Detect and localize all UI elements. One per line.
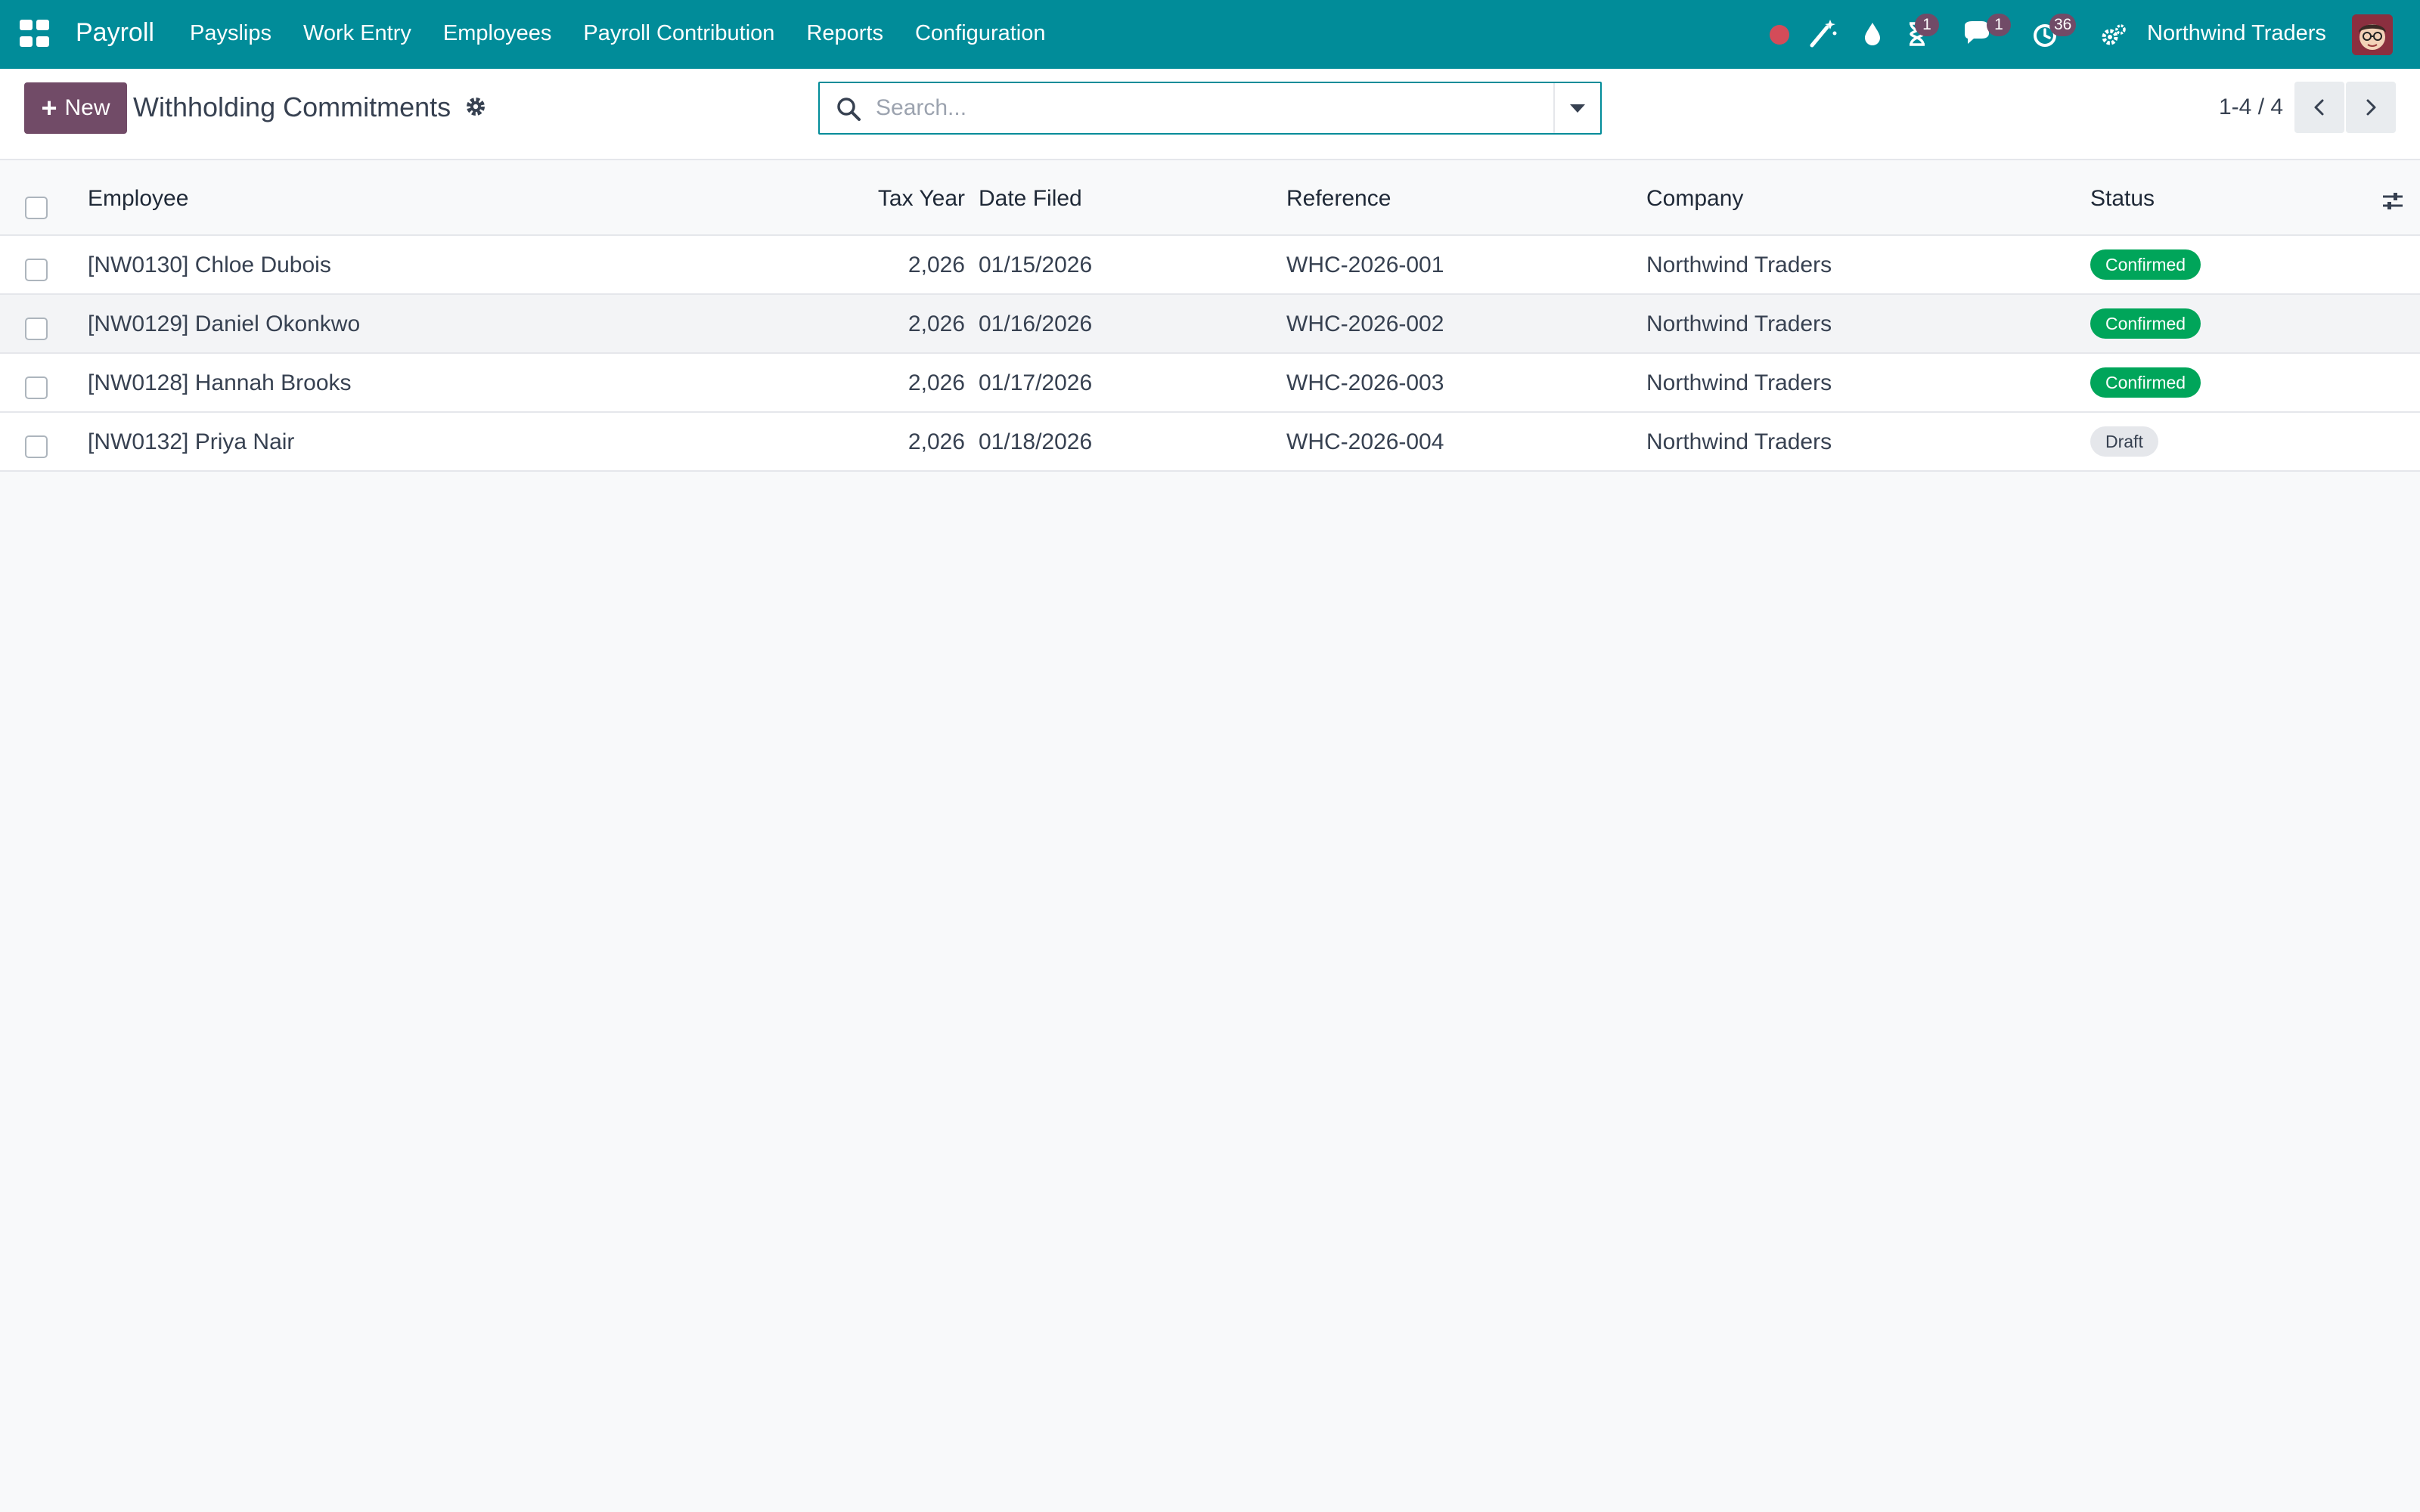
cell-date-filed: 01/15/2026	[979, 253, 1093, 277]
control-panel: + New Withholding Commitments 1-4 / 4	[0, 69, 2420, 160]
search-input[interactable]	[876, 91, 1571, 125]
column-header-reference[interactable]: Reference	[1286, 186, 1391, 212]
new-button-label: New	[64, 95, 110, 120]
menu-item-payslips[interactable]: Payslips	[190, 21, 271, 46]
cell-tax-year: 2,026	[908, 311, 965, 336]
table-row[interactable]: [NW0132] Priya Nair 2,026 01/18/2026 WHC…	[0, 413, 2420, 472]
menu-item-configuration[interactable]: Configuration	[915, 21, 1046, 46]
search-icon	[835, 95, 862, 122]
search-options-toggle[interactable]	[1553, 83, 1600, 133]
pager-value[interactable]: 1-4 / 4	[2219, 94, 2283, 120]
cell-reference: WHC-2026-003	[1286, 370, 1444, 395]
menu-item-employees[interactable]: Employees	[443, 21, 551, 46]
column-header-date-filed[interactable]: Date Filed	[979, 186, 1082, 212]
page-title: Withholding Commitments	[133, 91, 451, 122]
cell-reference: WHC-2026-004	[1286, 429, 1444, 454]
cell-employee: [NW0130] Chloe Dubois	[88, 253, 331, 277]
cell-date-filed: 01/18/2026	[979, 429, 1093, 454]
recording-indicator-icon[interactable]	[1770, 25, 1789, 45]
table-row[interactable]: [NW0130] Chloe Dubois 2,026 01/15/2026 W…	[0, 236, 2420, 295]
drop-icon[interactable]	[1857, 17, 1888, 51]
menu-item-reports[interactable]: Reports	[806, 21, 883, 46]
table-header: Employee Tax Year Date Filed Reference C…	[0, 160, 2420, 236]
row-checkbox[interactable]	[25, 259, 48, 281]
status-badge: Draft	[2090, 426, 2158, 457]
top-navbar: Payroll Payslips Work Entry Employees Pa…	[0, 0, 2420, 69]
cell-company: Northwind Traders	[1646, 253, 1832, 277]
chevron-right-icon	[2366, 99, 2376, 116]
new-button[interactable]: + New	[24, 82, 127, 134]
magic-wand-icon[interactable]	[1807, 17, 1838, 51]
cell-tax-year: 2,026	[908, 370, 965, 395]
cell-date-filed: 01/17/2026	[979, 370, 1093, 395]
menu-item-payroll-contribution[interactable]: Payroll Contribution	[583, 21, 774, 46]
table-row[interactable]: [NW0128] Hannah Brooks 2,026 01/17/2026 …	[0, 354, 2420, 413]
gear-icon[interactable]	[464, 95, 487, 118]
pager-next-button[interactable]	[2346, 82, 2396, 133]
cell-employee: [NW0132] Priya Nair	[88, 429, 295, 454]
cell-employee: [NW0129] Daniel Okonkwo	[88, 311, 361, 336]
status-badge: Confirmed	[2090, 308, 2201, 339]
column-header-employee[interactable]: Employee	[88, 186, 188, 212]
cell-reference: WHC-2026-002	[1286, 311, 1444, 336]
chevron-left-icon	[2314, 99, 2324, 116]
column-header-company[interactable]: Company	[1646, 186, 1743, 212]
messages-count-badge: 1	[1987, 14, 2011, 36]
clock-count-badge: 36	[2049, 14, 2077, 36]
plus-icon: +	[41, 92, 57, 123]
cell-reference: WHC-2026-001	[1286, 253, 1444, 277]
row-checkbox[interactable]	[25, 435, 48, 458]
user-avatar[interactable]	[2352, 14, 2393, 55]
apps-grid-icon[interactable]	[20, 18, 50, 48]
activity-count-badge: 1	[1915, 14, 1939, 36]
column-header-status[interactable]: Status	[2090, 186, 2155, 212]
row-checkbox[interactable]	[25, 318, 48, 340]
status-badge: Confirmed	[2090, 249, 2201, 280]
cell-tax-year: 2,026	[908, 253, 965, 277]
cell-company: Northwind Traders	[1646, 429, 1832, 454]
main-menu: Payslips Work Entry Employees Payroll Co…	[190, 21, 1077, 46]
status-badge: Confirmed	[2090, 367, 2201, 398]
caret-down-icon	[1570, 104, 1585, 113]
cell-company: Northwind Traders	[1646, 370, 1832, 395]
select-all-checkbox[interactable]	[25, 197, 48, 219]
cell-tax-year: 2,026	[908, 429, 965, 454]
row-checkbox[interactable]	[25, 376, 48, 399]
company-switcher[interactable]: Northwind Traders	[2147, 21, 2326, 46]
search-bar	[818, 82, 1602, 135]
settings-icon[interactable]	[2099, 17, 2130, 51]
pager-previous-button[interactable]	[2294, 82, 2344, 133]
cell-date-filed: 01/16/2026	[979, 311, 1093, 336]
table-row[interactable]: [NW0129] Daniel Okonkwo 2,026 01/16/2026…	[0, 295, 2420, 354]
app-brand[interactable]: Payroll	[76, 18, 154, 48]
column-settings-icon[interactable]	[2381, 189, 2405, 213]
cell-employee: [NW0128] Hannah Brooks	[88, 370, 352, 395]
column-header-tax-year[interactable]: Tax Year	[832, 186, 965, 212]
menu-item-work-entry[interactable]: Work Entry	[303, 21, 411, 46]
cell-company: Northwind Traders	[1646, 311, 1832, 336]
